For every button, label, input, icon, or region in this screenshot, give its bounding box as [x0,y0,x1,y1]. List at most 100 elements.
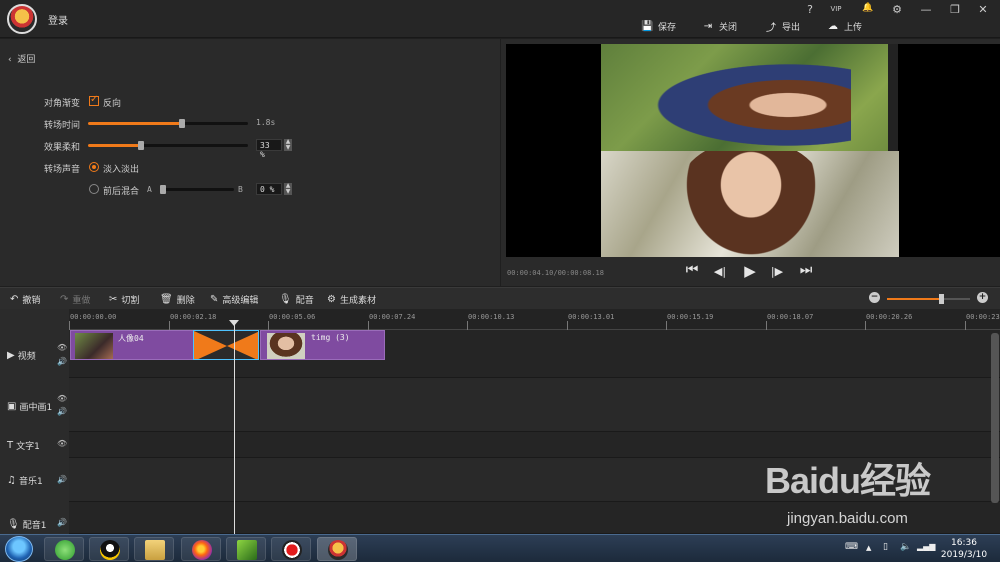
pip-lane[interactable] [69,378,1000,432]
close-button[interactable]: ⇥ 关闭 [702,19,737,33]
ruler-tick: 00:00:10.13 [468,313,515,321]
transition-clip[interactable] [193,330,259,360]
export-label: 导出 [782,22,801,33]
device-icon[interactable]: ▯ [883,542,888,552]
export-icon: ⤴ [766,22,776,34]
mix-slider[interactable] [160,185,234,194]
track-pip[interactable]: ▣ 画中画1 [7,400,52,413]
fade-radio[interactable] [89,162,99,172]
tray-expand-icon[interactable]: ▲ [866,544,871,552]
playhead[interactable] [234,322,235,534]
gear-icon[interactable]: ⚙ [888,3,906,16]
step-back-icon[interactable]: ◀| [710,265,730,278]
timeline-ruler[interactable]: 00:00:00.00 00:00:02.18 00:00:05.06 00:0… [69,309,1000,330]
upload-button[interactable]: ☁ 上传 [827,19,862,33]
softness-label: 效果柔和 [44,143,81,153]
mix-label: 前后混合 [103,187,140,197]
folder-icon [145,540,165,560]
ruler-line [567,321,568,330]
video-track-icon: ▶ [7,350,15,361]
dub-button[interactable]: 🎙 配音 [279,293,314,306]
taskbar-app-active[interactable] [317,537,357,561]
reverse-checkbox[interactable] [89,94,99,106]
duration-slider[interactable] [88,119,248,128]
restore-icon[interactable]: ❐ [946,3,964,16]
mix-a-label: A [147,185,152,194]
step-forward-icon[interactable]: |▶ [767,265,787,278]
start-button[interactable] [5,536,33,562]
text-lane[interactable] [69,432,1000,458]
advanced-edit-button[interactable]: ✎ 高级编辑 [210,293,258,306]
cut-button[interactable]: ✂ 切割 [109,293,139,306]
timeline-toolbar: ↶ 撤销 ↷ 重做 ✂ 切割 🗑 删除 ✎ 高级编辑 🎙 配音 ⚙ 生成素材 − + [0,287,1000,309]
softness-slider-knob[interactable] [137,141,144,150]
mix-stepper[interactable]: ▲ ▼ [284,183,292,195]
ruler-line [268,321,269,330]
ruler-tick: 00:00:18.07 [767,313,814,321]
voice-lane[interactable] [69,502,1000,534]
softness-stepper[interactable]: ▲ ▼ [284,139,292,151]
eye-icon[interactable]: 👁 [57,394,67,403]
speaker-icon[interactable]: 🔊 [57,518,67,527]
duration-slider-knob[interactable] [179,119,186,128]
track-text[interactable]: T 文字1 [7,439,40,452]
help-icon[interactable]: ? [801,3,819,16]
softness-input[interactable]: 33 % [256,139,282,159]
mix-slider-knob[interactable] [160,185,166,194]
clock-date: 2019/3/10 [940,550,988,560]
undo-button[interactable]: ↶ 撤销 [10,293,40,306]
speaker-icon[interactable]: 🔊 [57,407,67,416]
mix-input[interactable]: 0 % [256,183,282,195]
speaker-icon[interactable]: 🔊 [57,357,67,366]
track-music[interactable]: ♫ 音乐1 [7,474,43,487]
softness-slider[interactable] [88,141,248,150]
delete-button[interactable]: 🗑 删除 [160,293,195,306]
zoom-in-icon[interactable]: + [977,292,988,303]
taskbar-app[interactable] [271,537,311,561]
login-link[interactable]: 登录 [48,12,68,27]
track-voice-label: 配音1 [22,521,47,531]
track-video[interactable]: ▶ 视频 [7,349,36,362]
qq-icon [100,540,120,560]
upload-label: 上传 [844,22,863,33]
speaker-icon[interactable]: 🔊 [57,475,67,484]
video-clip[interactable]: 人像04 [70,330,194,360]
eye-icon[interactable]: 👁 [57,439,67,448]
save-label: 保存 [658,22,677,33]
taskbar-app[interactable] [44,537,84,561]
taskbar-app[interactable] [226,537,266,561]
save-button[interactable]: 💾 保存 [641,19,676,33]
skip-end-icon[interactable]: ⏭ [796,262,816,278]
taskbar-clock[interactable]: 16:36 2019/3/10 [938,537,990,561]
volume-icon[interactable]: 🔈 [900,542,911,552]
zoom-slider[interactable] [887,294,970,304]
taskbar-app[interactable] [181,537,221,561]
export-button[interactable]: ⤴ 导出 [765,19,801,34]
mix-radio[interactable] [89,184,99,194]
skip-start-icon[interactable]: ⏮ [682,262,702,278]
generate-button[interactable]: ⚙ 生成素材 [327,293,376,306]
keyboard-icon[interactable]: ⌨ [845,542,858,552]
play-icon[interactable]: ▶ [740,262,760,280]
back-button[interactable]: ‹ 返回 [8,52,35,65]
minimize-icon[interactable]: — [917,3,935,16]
close-label: 关闭 [719,22,738,33]
eye-icon[interactable]: 👁 [57,343,67,352]
signal-icon[interactable]: ▂▄▆ [917,542,935,551]
timeline-scrollbar[interactable] [991,333,999,503]
music-lane[interactable] [69,458,1000,502]
ruler-tick: 00:00:20.26 [866,313,913,321]
redo-button[interactable]: ↷ 重做 [60,293,90,306]
avatar[interactable] [7,4,37,34]
audio-label: 转场声音 [44,165,81,175]
zoom-out-icon[interactable]: − [869,292,880,303]
taskbar-app[interactable] [89,537,129,561]
zoom-slider-knob[interactable] [938,294,944,304]
window-close-icon[interactable]: ✕ [974,3,992,16]
vip-icon[interactable]: VIP [827,5,845,13]
track-voice[interactable]: 🎙 配音1 [7,518,46,531]
taskbar-app[interactable] [134,537,174,561]
video-clip[interactable]: timg (3) [260,330,385,360]
bell-icon[interactable]: 🔔 [859,3,877,13]
preview-image-bottom [601,151,899,257]
